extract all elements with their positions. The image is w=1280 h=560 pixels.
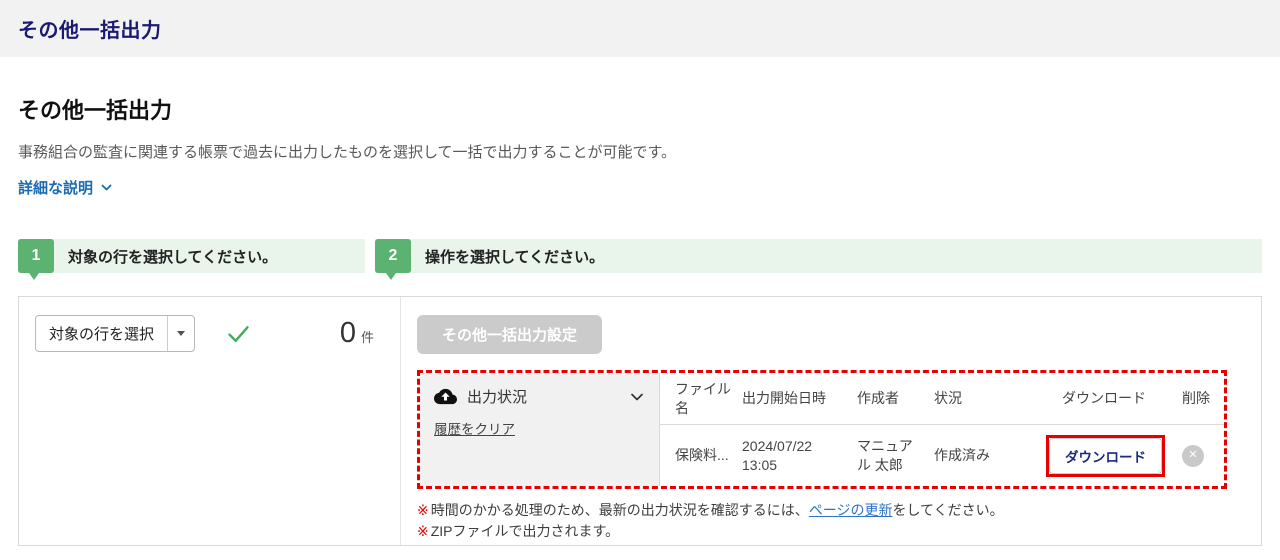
output-status-title: 出力状況	[467, 389, 528, 406]
cell-creator: マニュアル 太郎	[857, 437, 913, 473]
col-header-download: ダウンロード	[1062, 390, 1146, 407]
chevron-down-icon	[100, 181, 113, 194]
detail-link-label: 詳細な説明	[18, 180, 94, 197]
note-zip-text: ZIPファイルで出力されます。	[430, 523, 620, 539]
step-2-number: 2	[388, 247, 398, 264]
output-status-panel: 出力状況 履歴をクリア	[420, 373, 660, 486]
cloud-upload-icon	[434, 385, 457, 408]
download-button[interactable]: ダウンロード	[1049, 437, 1162, 474]
note-refresh-suffix: をしてください。	[892, 502, 1004, 518]
cell-status: 作成済み	[934, 447, 990, 464]
step-2-header: 2 操作を選択してください。	[375, 239, 1262, 280]
page-title: その他一括出力	[18, 98, 173, 123]
step-1-badge: 1	[18, 239, 54, 280]
batch-output-settings-button[interactable]: その他一括出力設定	[417, 315, 603, 354]
app-window: その他一括出力 その他一括出力 事務組合の監査に関連する帳票で過去に出力したもの…	[0, 0, 1280, 560]
note-zip: ※ ZIPファイルで出力されます。	[417, 521, 1245, 542]
note-asterisk: ※	[417, 502, 429, 518]
cell-download: ダウンロード	[1046, 434, 1182, 477]
step-headers: 1 対象の行を選択してください。 2 操作を選択してください。	[18, 239, 1262, 280]
step-1-number: 1	[31, 247, 41, 264]
main-content: その他一括出力 事務組合の監査に関連する帳票で過去に出力したものを選択して一括で…	[0, 93, 1280, 546]
output-status-highlight-box: 出力状況 履歴をクリア ファイル名 出力開始日時 作成者 状況 ダウンロード 削…	[417, 370, 1227, 489]
col-header-start-datetime: 出力開始日時	[742, 390, 826, 407]
top-header-bar: その他一括出力	[0, 0, 1280, 57]
page-refresh-link[interactable]: ページの更新	[809, 502, 893, 518]
step-1-header: 1 対象の行を選択してください。	[18, 239, 365, 280]
dropdown-caret-icon[interactable]	[167, 316, 194, 351]
footnotes: ※ 時間のかかる処理のため、最新の出力状況を確認するには、ページの更新をしてくださ…	[417, 500, 1245, 542]
cell-file-name: 保険料...	[675, 447, 729, 464]
detail-description-link[interactable]: 詳細な説明	[18, 177, 113, 198]
step-1-label: 対象の行を選択してください。	[68, 248, 278, 266]
main-panel: 対象の行を選択 0 件 その他一括出力設定 出力状況 履歴をクリア ファイル名 …	[18, 296, 1262, 546]
chevron-down-icon[interactable]	[629, 389, 645, 405]
selected-count-value: 0	[339, 317, 356, 349]
check-icon	[225, 320, 252, 347]
row-selection-section: 対象の行を選択 0 件	[19, 297, 401, 545]
table-header-row: ファイル名 出力開始日時 作成者 状況 ダウンロード 削除	[660, 373, 1224, 425]
step-2-badge: 2	[375, 239, 411, 280]
target-row-select-label: 対象の行を選択	[49, 326, 155, 343]
note-asterisk: ※	[417, 523, 429, 539]
target-row-select-dropdown[interactable]: 対象の行を選択	[35, 315, 196, 352]
table-row: 保険料... 2024/07/22 13:05 マニュアル 太郎 作成済み ダウ…	[660, 425, 1224, 486]
note-refresh: ※ 時間のかかる処理のため、最新の出力状況を確認するには、ページの更新をしてくださ…	[417, 500, 1245, 521]
col-header-delete: 削除	[1182, 390, 1210, 407]
col-header-status: 状況	[934, 390, 962, 407]
col-header-creator: 作成者	[857, 390, 899, 407]
window-title: その他一括出力	[18, 20, 162, 42]
step-2-label: 操作を選択してください。	[425, 248, 605, 266]
output-status-table: ファイル名 出力開始日時 作成者 状況 ダウンロード 削除 保険料... 202…	[660, 373, 1224, 486]
cell-delete: ✕	[1182, 444, 1224, 467]
page-description: 事務組合の監査に関連する帳票で過去に出力したものを選択して一括で出力することが可…	[18, 144, 677, 161]
operation-section: その他一括出力設定 出力状況 履歴をクリア ファイル名 出力開始日時 作成者 状…	[401, 297, 1261, 545]
note-refresh-text: 時間のかかる処理のため、最新の出力状況を確認するには、	[430, 502, 809, 518]
cell-start-datetime: 2024/07/22 13:05	[742, 437, 813, 473]
selected-count: 0 件	[340, 317, 384, 350]
col-header-file-name: ファイル名	[675, 381, 731, 416]
clear-history-link[interactable]: 履歴をクリア	[434, 418, 515, 438]
download-button-highlight: ダウンロード	[1046, 434, 1165, 477]
selected-count-unit: 件	[360, 330, 374, 345]
delete-icon[interactable]: ✕	[1182, 444, 1204, 467]
